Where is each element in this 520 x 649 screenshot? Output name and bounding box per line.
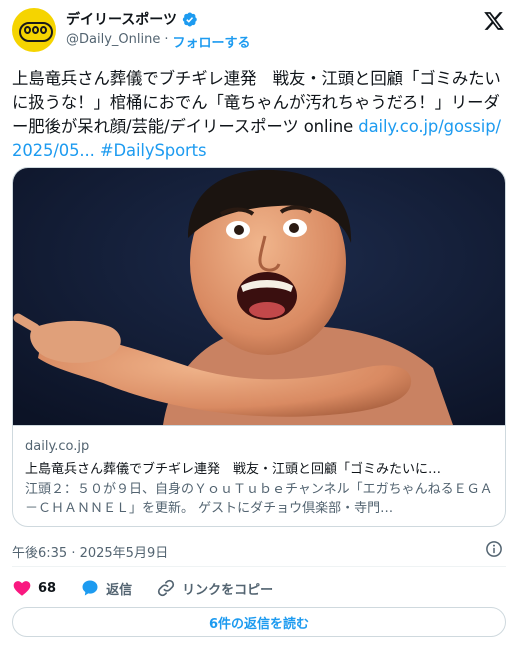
- reply-label: 返信: [106, 582, 133, 598]
- link-icon: [158, 579, 175, 597]
- follow-button[interactable]: フォローする: [172, 32, 250, 51]
- card-title: 上島竜兵さん葬儀でブチギレ連発 戦友・江頭と回顧「ゴミみたいに…: [25, 462, 442, 477]
- card-body[interactable]: daily.co.jp 上島竜兵さん葬儀でブチギレ連発 戦友・江頭と回顧「ゴミみ…: [13, 425, 505, 526]
- hashtag-link[interactable]: #DailySports: [100, 141, 207, 160]
- avatar[interactable]: [12, 8, 56, 52]
- divider: [12, 566, 506, 567]
- card-description: 江頭２：５０が９日、自身のＹｏｕＴｕｂｅチャンネル「エガちゃんねるＥＧＡ－ＣＨＡ…: [25, 482, 493, 516]
- author-handle[interactable]: @Daily_Online: [66, 32, 160, 51]
- handle-row: @Daily_Online · フォローする: [66, 32, 250, 51]
- link-card[interactable]: daily.co.jp 上島竜兵さん葬儀でブチギレ連発 戦友・江頭と回顧「ゴミみ…: [12, 167, 506, 527]
- timestamp[interactable]: 午後6:35 · 2025年5月9日: [12, 542, 168, 561]
- dot-separator: ·: [164, 32, 169, 47]
- card-image[interactable]: [13, 168, 505, 425]
- read-replies-button[interactable]: 6件の返信を読む: [12, 607, 506, 637]
- action-bar: 68 返信 リンクをコピー: [12, 577, 297, 599]
- info-icon[interactable]: [485, 540, 503, 558]
- reply-bubble-icon: [82, 580, 98, 596]
- reply-button[interactable]: 返信: [80, 578, 132, 598]
- card-domain: daily.co.jp: [25, 439, 90, 454]
- author-name[interactable]: デイリースポーツ: [66, 9, 177, 29]
- like-button[interactable]: 68: [12, 578, 56, 598]
- likes-count: 68: [38, 580, 57, 596]
- copy-link-label: リンクをコピー: [182, 582, 274, 598]
- heart-icon: [13, 581, 31, 596]
- tweet-text: 上島竜兵さん葬儀でブチギレ連発 戦友・江頭と回顧「ゴミみたいに扱うな！」棺桶にお…: [12, 67, 506, 163]
- author-row: デイリースポーツ: [66, 9, 198, 29]
- x-logo-icon[interactable]: [483, 10, 505, 32]
- verified-badge-icon: [182, 12, 197, 26]
- daily-sports-logo-icon: [19, 22, 53, 42]
- copy-link-button[interactable]: リンクをコピー: [156, 578, 273, 598]
